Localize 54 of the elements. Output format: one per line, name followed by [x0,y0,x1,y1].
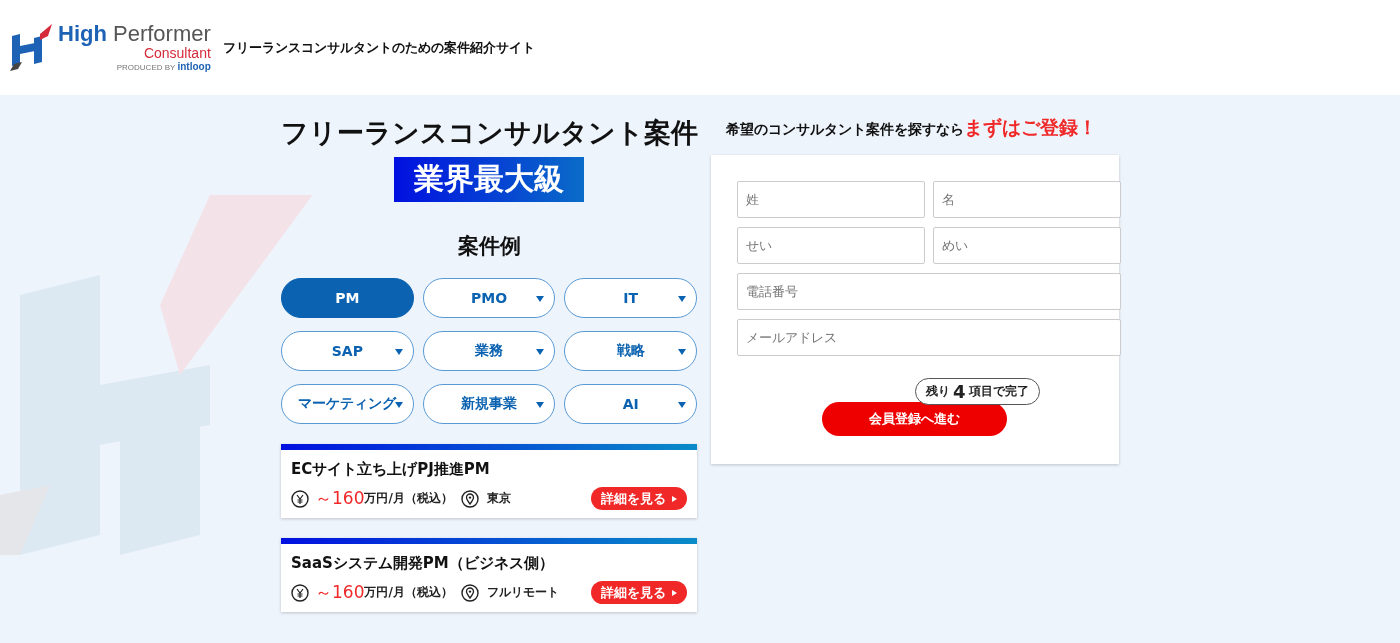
logo-word: High [58,21,107,46]
category-tab[interactable]: PMO [422,278,556,318]
job-title: SaaSシステム開発PM（ビジネス側） [291,554,555,573]
logo-icon [10,23,54,72]
site-tagline: フリーランスコンサルタントのための案件紹介サイト [222,38,535,57]
salary-unit: 万円/月（税込） [364,490,453,507]
salary-amount: ～160 [315,581,365,604]
logo-subtitle: Consultant [143,46,211,60]
job-location: 東京 [486,490,511,507]
details-button[interactable]: 詳細を見る [591,487,687,510]
category-tab[interactable]: AI [564,384,697,424]
category-tab[interactable]: 新規事業 [422,384,556,424]
category-tab[interactable]: SAP [281,331,414,371]
text-field[interactable]: せい [737,227,925,264]
text-field[interactable]: 名 [933,181,1121,218]
caret-icon [536,402,545,408]
remaining-label: 残り [926,383,950,400]
caret-icon [536,296,545,302]
category-tab[interactable]: 戦略 [564,331,697,371]
section-heading: 案件例 [457,233,521,260]
remaining-count: 4 [953,381,966,402]
signup-lead: 希望のコンサルタント案件を探すなら [726,121,964,137]
triangle-icon [672,495,677,502]
caret-icon [678,349,686,355]
hero-title: フリーランスコンサルタント案件 [280,116,698,150]
logo-word: Performer [113,21,211,46]
text-field[interactable]: 姓 [737,181,925,218]
caret-icon [394,349,403,355]
caret-icon [678,296,686,302]
caret-icon [678,402,686,408]
location-pin-icon [460,583,479,602]
triangle-icon [672,589,677,596]
salary-unit: 万円/月（税込） [364,584,453,601]
hero-badge: 業界最大級 [394,157,584,202]
category-tab[interactable]: IT [564,278,697,318]
text-field[interactable]: メールアドレス [737,319,1121,356]
produced-by-label: PRODUCED BY [116,63,176,72]
text-field[interactable]: めい [933,227,1121,264]
remaining-label: 項目で完了 [968,383,1029,400]
job-location: フルリモート [486,584,559,601]
yen-icon [291,583,309,602]
register-button[interactable]: 会員登録へ進む [822,402,1007,436]
salary-amount: ～160 [315,487,365,510]
category-tab[interactable]: 業務 [422,331,556,371]
category-tab[interactable]: マーケティング [281,384,414,424]
signup-emphasis: まずはご登録！ [964,116,1097,138]
job-title: ECサイト立ち上げPJ推進PM [291,460,491,479]
location-pin-icon [460,489,479,508]
category-tab[interactable]: PM [281,278,414,318]
caret-icon [536,349,545,355]
brand-label: intloop [177,61,211,72]
yen-icon [291,489,309,508]
text-field[interactable]: 電話番号 [737,273,1121,310]
details-button[interactable]: 詳細を見る [591,581,687,604]
